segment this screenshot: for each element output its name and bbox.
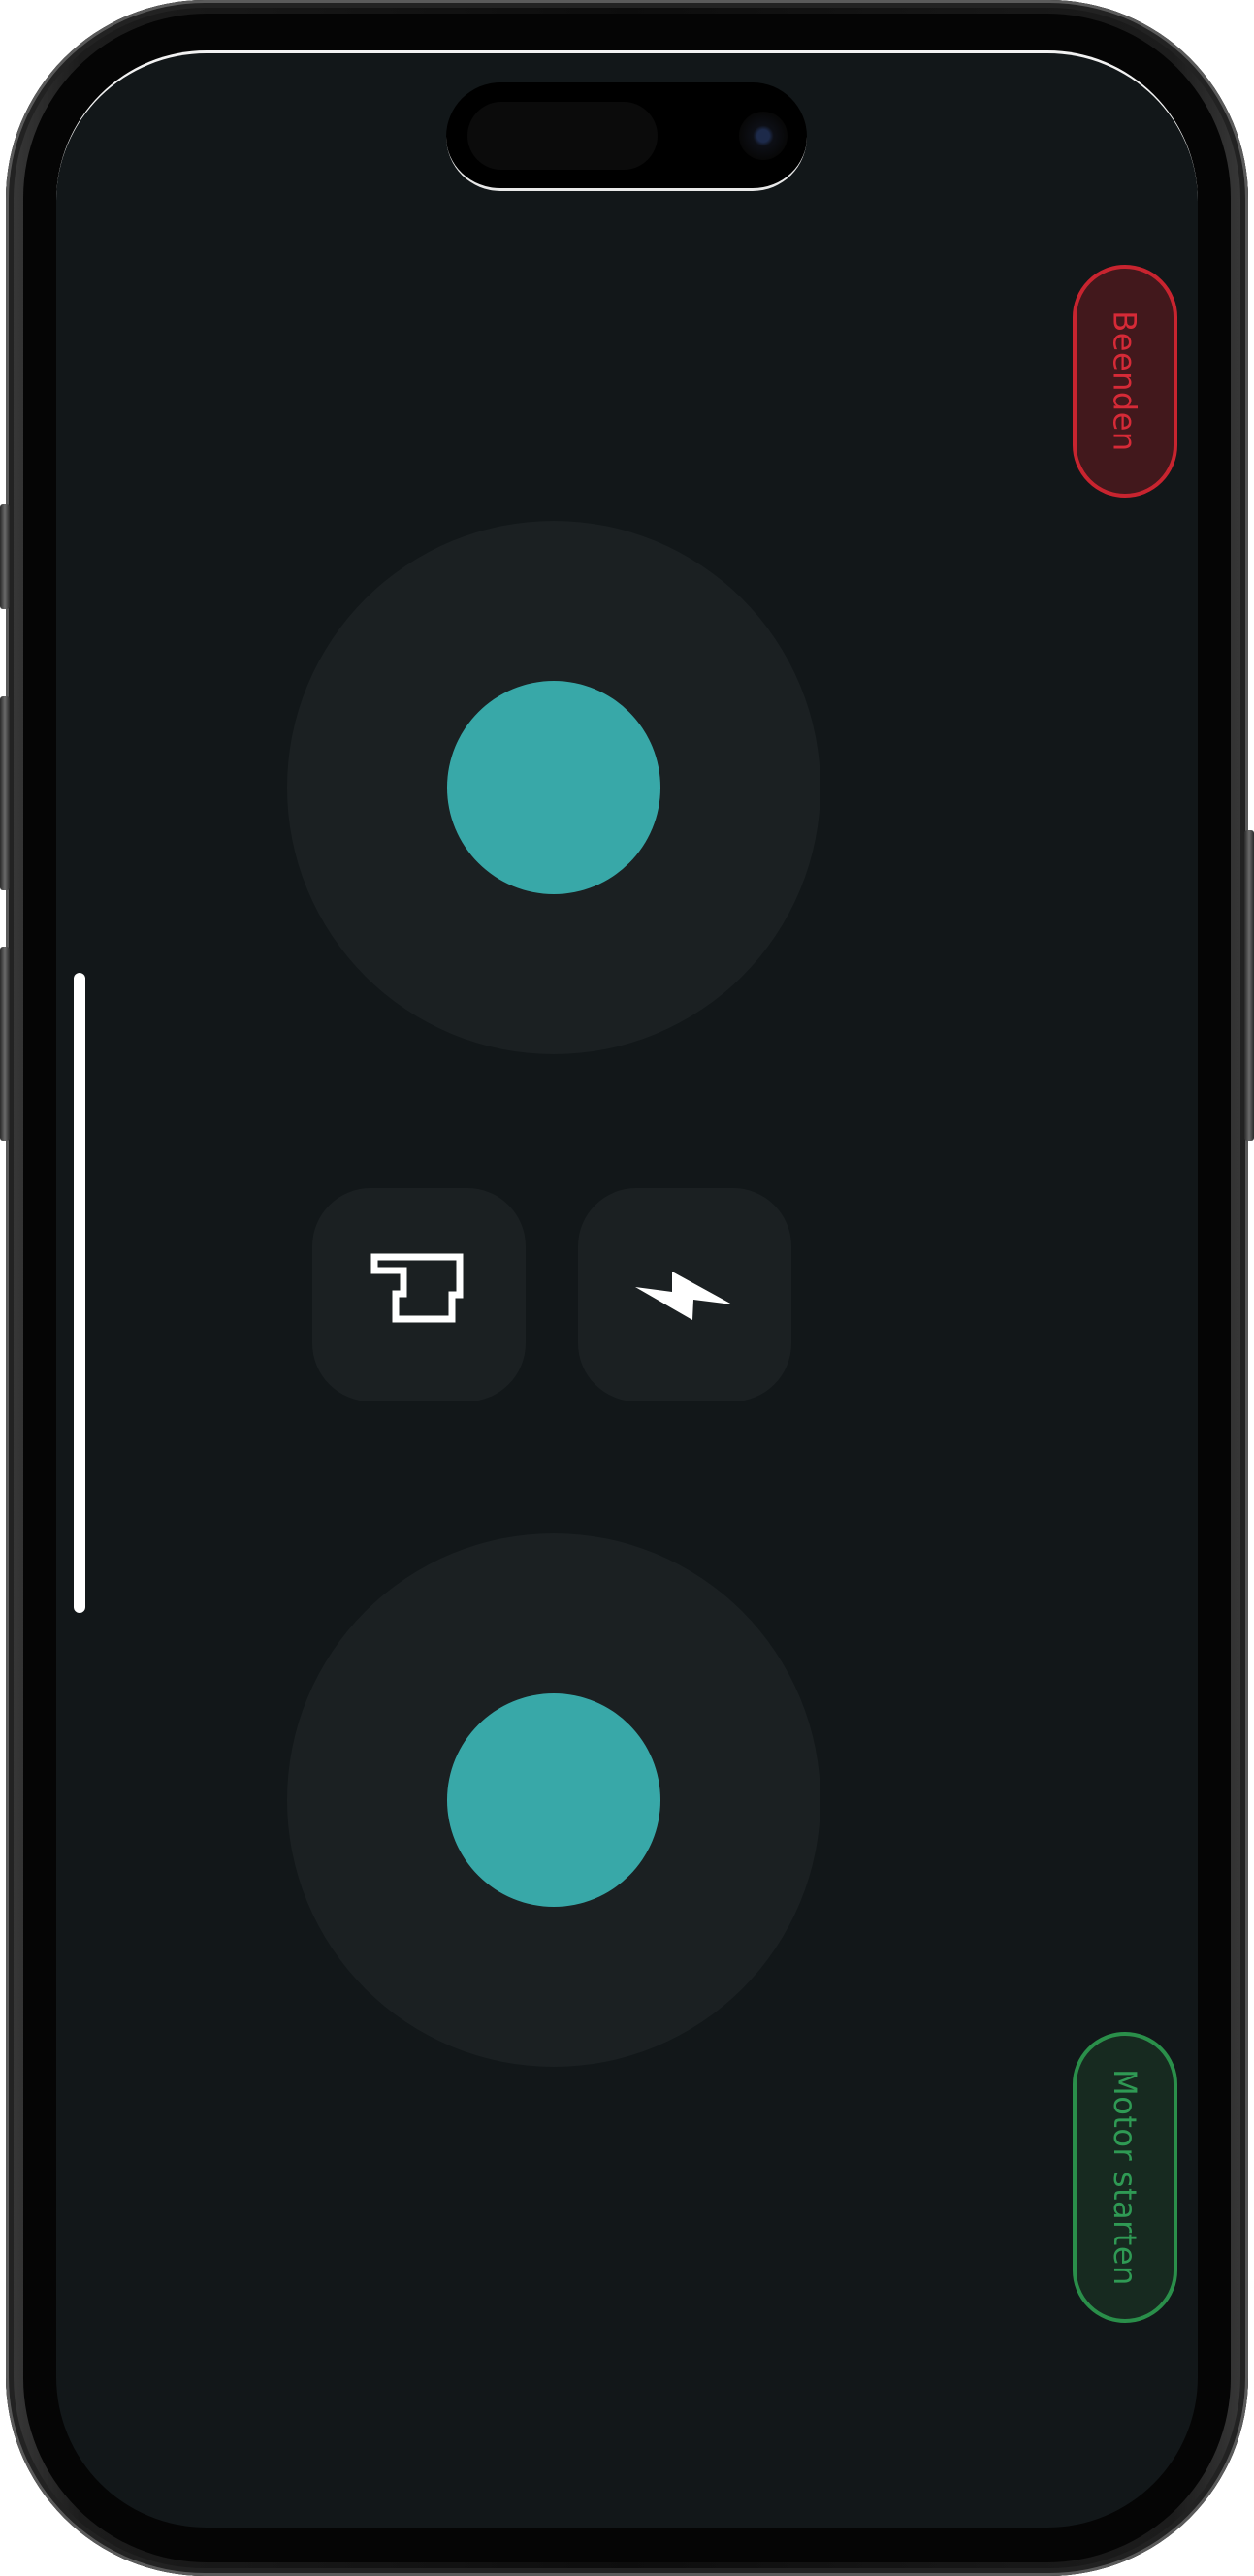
action-button	[0, 504, 10, 609]
app-screen: Beenden Motor starten	[56, 50, 1198, 2528]
volume-up-button	[0, 696, 10, 890]
start-motor-button-label: Motor starten	[1107, 2069, 1144, 2286]
boost-lightning-icon	[635, 1272, 732, 1320]
volume-down-button	[0, 947, 10, 1141]
joystick-bottom-knob[interactable]	[447, 1693, 660, 1907]
joystick-top-knob[interactable]	[447, 681, 660, 894]
island-sensor	[467, 102, 658, 170]
dynamic-island	[446, 82, 807, 191]
exit-button-label: Beenden	[1107, 310, 1144, 452]
boost-button[interactable]	[578, 1188, 791, 1401]
joystick-bottom[interactable]	[287, 1533, 820, 2067]
power-button	[1244, 830, 1254, 1141]
throttle-slider[interactable]	[74, 973, 85, 1613]
start-motor-button[interactable]: Motor starten	[1073, 2032, 1177, 2323]
parking-brake-button[interactable]	[312, 1188, 526, 1401]
front-camera-icon	[739, 112, 788, 160]
exit-button[interactable]: Beenden	[1073, 265, 1177, 498]
joystick-top[interactable]	[287, 521, 820, 1054]
parking-brake-icon	[370, 1253, 464, 1323]
